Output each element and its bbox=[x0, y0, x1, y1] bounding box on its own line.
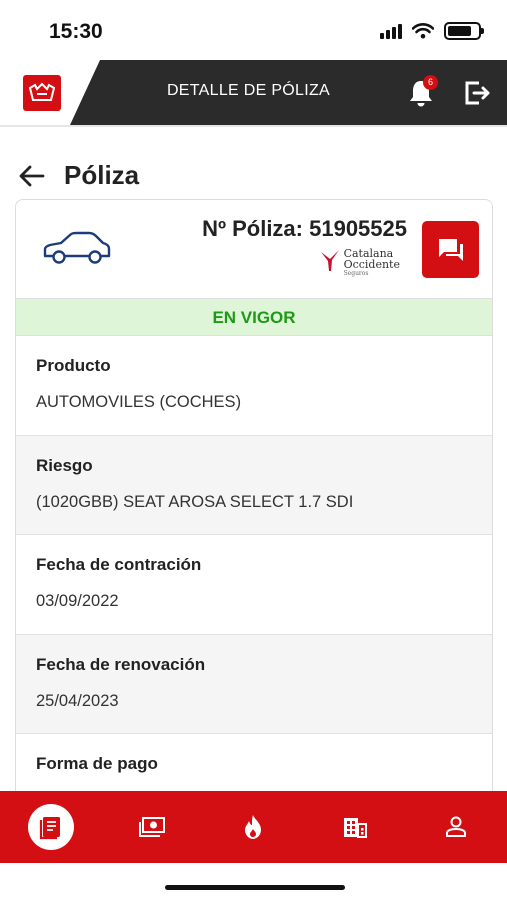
nav-active-indicator bbox=[27, 804, 74, 850]
fire-icon bbox=[245, 815, 262, 839]
nav-item-receipts[interactable] bbox=[101, 791, 202, 863]
field-value: 03/09/2022 bbox=[36, 592, 119, 610]
policy-card: Nº Póliza: 51905525 Catalana Occidente S… bbox=[15, 199, 493, 819]
person-icon bbox=[446, 816, 467, 837]
insurer-logo: Catalana Occidente Seguros bbox=[320, 248, 400, 277]
policy-card-header: Nº Póliza: 51905525 Catalana Occidente S… bbox=[16, 200, 492, 299]
field-label: Fecha de renovación bbox=[36, 654, 206, 674]
field-value: AUTOMOVILES (COCHES) bbox=[36, 393, 242, 411]
field-label: Forma de pago bbox=[36, 754, 158, 773]
field-riesgo: Riesgo (1020GBB) SEAT AROSA SELECT 1.7 S… bbox=[16, 435, 492, 535]
logout-icon[interactable] bbox=[460, 77, 492, 109]
nav-item-profile[interactable] bbox=[406, 791, 507, 863]
building-icon bbox=[343, 818, 367, 838]
field-value: 25/04/2023 bbox=[36, 691, 119, 710]
page-title-row: Póliza bbox=[18, 160, 139, 191]
cellular-signal-icon bbox=[380, 23, 402, 39]
nav-item-policies[interactable] bbox=[0, 791, 101, 863]
back-arrow-icon[interactable] bbox=[18, 162, 46, 190]
chat-icon bbox=[438, 238, 463, 261]
receipts-icon bbox=[139, 817, 166, 837]
home-indicator[interactable] bbox=[165, 885, 345, 890]
policy-number: Nº Póliza: 51905525 bbox=[202, 216, 407, 241]
policy-status-badge: EN VIGOR bbox=[16, 299, 492, 336]
nav-item-claims[interactable] bbox=[203, 791, 304, 863]
insurer-name: Catalana Occidente Seguros bbox=[343, 247, 400, 277]
header-divider bbox=[0, 125, 507, 127]
chat-button[interactable] bbox=[422, 221, 479, 278]
bottom-nav bbox=[0, 791, 507, 863]
policies-icon bbox=[39, 817, 60, 840]
battery-icon bbox=[444, 22, 484, 40]
notifications-badge: 6 bbox=[423, 75, 438, 90]
status-icons bbox=[380, 22, 484, 40]
wifi-icon bbox=[412, 23, 434, 39]
header-title: DETALLE DE PÓLIZA bbox=[166, 82, 331, 99]
car-icon bbox=[43, 231, 111, 264]
page-title: Póliza bbox=[64, 160, 140, 190]
field-value: (1020GBB) SEAT AROSA SELECT 1.7 SDI bbox=[36, 492, 354, 511]
field-label: Producto bbox=[36, 356, 111, 375]
brand-logo-icon[interactable] bbox=[23, 75, 61, 111]
insurer-mark-icon bbox=[320, 250, 339, 271]
field-label: Riesgo bbox=[36, 455, 93, 475]
field-producto: Producto AUTOMOVILES (COCHES) bbox=[16, 336, 492, 436]
status-time: 15:30 bbox=[49, 20, 103, 43]
status-bar: 15:30 bbox=[0, 0, 507, 60]
field-fecha-renovacion: Fecha de renovación 25/04/2023 bbox=[16, 634, 492, 734]
field-fecha-contratacion: Fecha de contración 03/09/2022 bbox=[16, 535, 492, 635]
app-header: DETALLE DE PÓLIZA 6 bbox=[0, 60, 507, 125]
field-label: Fecha de contración bbox=[36, 555, 202, 574]
nav-item-offices[interactable] bbox=[304, 791, 405, 863]
